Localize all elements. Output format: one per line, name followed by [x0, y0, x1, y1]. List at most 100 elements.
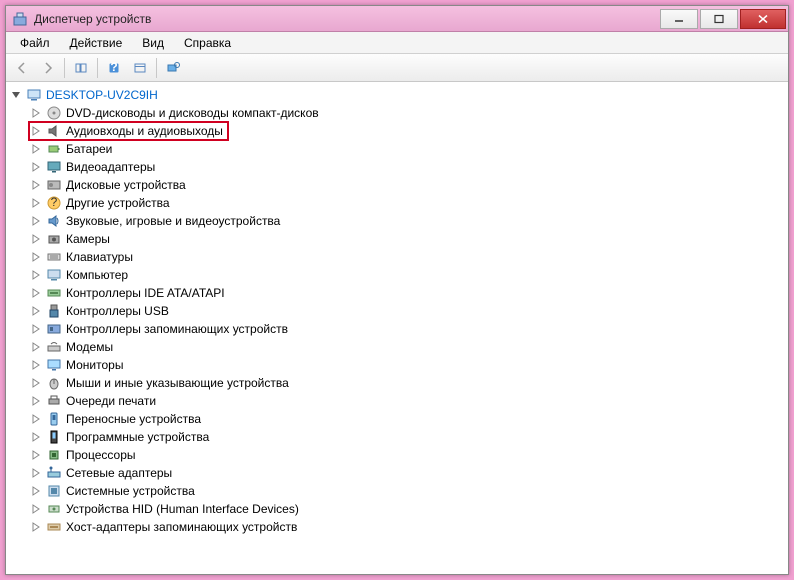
- expander-closed-icon[interactable]: [30, 467, 42, 479]
- tree-category[interactable]: Устройства HID (Human Interface Devices): [10, 500, 784, 518]
- minimize-button[interactable]: [660, 9, 698, 29]
- monitor-icon: [46, 357, 62, 373]
- device-categories: DVD-дисководы и дисководы компакт-дисков…: [10, 104, 784, 536]
- computer-icon: [46, 267, 62, 283]
- expander-open-icon[interactable]: [10, 89, 22, 101]
- toolbar-separator: [156, 58, 157, 78]
- category-label: Аудиовходы и аудиовыходы: [66, 124, 223, 138]
- disc-icon: [46, 105, 62, 121]
- category-label: Звуковые, игровые и видеоустройства: [66, 214, 280, 228]
- expander-closed-icon[interactable]: [30, 215, 42, 227]
- expander-closed-icon[interactable]: [30, 107, 42, 119]
- tree-category[interactable]: Звуковые, игровые и видеоустройства: [10, 212, 784, 230]
- tree-root-node[interactable]: DESKTOP-UV2C9IH: [10, 86, 784, 104]
- back-button[interactable]: [10, 57, 34, 79]
- scan-hardware-button[interactable]: [161, 57, 185, 79]
- category-label: Видеоадаптеры: [66, 160, 155, 174]
- tree-category[interactable]: Очереди печати: [10, 392, 784, 410]
- tree-category[interactable]: Переносные устройства: [10, 410, 784, 428]
- expander-closed-icon[interactable]: [30, 143, 42, 155]
- root-label: DESKTOP-UV2C9IH: [46, 88, 158, 102]
- category-label: Хост-адаптеры запоминающих устройств: [66, 520, 297, 534]
- tree-category[interactable]: Системные устройства: [10, 482, 784, 500]
- expander-closed-icon[interactable]: [30, 395, 42, 407]
- expander-closed-icon[interactable]: [30, 161, 42, 173]
- portable-icon: [46, 411, 62, 427]
- expander-closed-icon[interactable]: [30, 413, 42, 425]
- expander-closed-icon[interactable]: [30, 233, 42, 245]
- tree-category[interactable]: Программные устройства: [10, 428, 784, 446]
- tree-category[interactable]: DVD-дисководы и дисководы компакт-дисков: [10, 104, 784, 122]
- tree-category[interactable]: ?Другие устройства: [10, 194, 784, 212]
- toolbar-separator: [97, 58, 98, 78]
- category-label: DVD-дисководы и дисководы компакт-дисков: [66, 106, 319, 120]
- menu-action[interactable]: Действие: [60, 34, 133, 52]
- expander-closed-icon[interactable]: [30, 305, 42, 317]
- tree-category[interactable]: Клавиатуры: [10, 248, 784, 266]
- menu-file[interactable]: Файл: [10, 34, 60, 52]
- category-label: Клавиатуры: [66, 250, 133, 264]
- audio-icon: [46, 123, 62, 139]
- tree-category[interactable]: Видеоадаптеры: [10, 158, 784, 176]
- category-label: Контроллеры USB: [66, 304, 169, 318]
- expander-closed-icon[interactable]: [30, 125, 42, 137]
- category-label: Батареи: [66, 142, 112, 156]
- properties-button[interactable]: [128, 57, 152, 79]
- tree-category[interactable]: Аудиовходы и аудиовыходы: [10, 122, 784, 140]
- device-tree: DESKTOP-UV2C9IH DVD-дисководы и дисковод…: [10, 86, 784, 536]
- printer-icon: [46, 393, 62, 409]
- menu-help[interactable]: Справка: [174, 34, 241, 52]
- device-manager-window: Диспетчер устройств Файл Действие Вид Сп…: [5, 5, 789, 575]
- expander-closed-icon[interactable]: [30, 323, 42, 335]
- tree-category[interactable]: Контроллеры запоминающих устройств: [10, 320, 784, 338]
- expander-closed-icon[interactable]: [30, 341, 42, 353]
- help-button[interactable]: ?: [102, 57, 126, 79]
- expander-closed-icon[interactable]: [30, 485, 42, 497]
- expander-closed-icon[interactable]: [30, 287, 42, 299]
- usb-icon: [46, 303, 62, 319]
- expander-closed-icon[interactable]: [30, 179, 42, 191]
- category-label: Контроллеры IDE ATA/ATAPI: [66, 286, 225, 300]
- category-label: Сетевые адаптеры: [66, 466, 172, 480]
- toolbar: ?: [6, 54, 788, 82]
- tree-category[interactable]: Батареи: [10, 140, 784, 158]
- expander-closed-icon[interactable]: [30, 251, 42, 263]
- category-label: Другие устройства: [66, 196, 170, 210]
- maximize-button[interactable]: [700, 9, 738, 29]
- tree-category[interactable]: Сетевые адаптеры: [10, 464, 784, 482]
- expander-closed-icon[interactable]: [30, 359, 42, 371]
- category-label: Камеры: [66, 232, 110, 246]
- tree-category[interactable]: Мониторы: [10, 356, 784, 374]
- tree-category[interactable]: Камеры: [10, 230, 784, 248]
- expander-closed-icon[interactable]: [30, 431, 42, 443]
- cpu-icon: [46, 447, 62, 463]
- tree-category[interactable]: Модемы: [10, 338, 784, 356]
- expander-closed-icon[interactable]: [30, 521, 42, 533]
- close-button[interactable]: [740, 9, 786, 29]
- menu-view[interactable]: Вид: [132, 34, 174, 52]
- ide-icon: [46, 285, 62, 301]
- tree-category[interactable]: Дисковые устройства: [10, 176, 784, 194]
- tree-category[interactable]: Хост-адаптеры запоминающих устройств: [10, 518, 784, 536]
- tree-category[interactable]: Процессоры: [10, 446, 784, 464]
- svg-text:?: ?: [110, 61, 117, 74]
- show-hide-tree-button[interactable]: [69, 57, 93, 79]
- tree-category[interactable]: Контроллеры IDE ATA/ATAPI: [10, 284, 784, 302]
- tree-category[interactable]: Контроллеры USB: [10, 302, 784, 320]
- expander-closed-icon[interactable]: [30, 503, 42, 515]
- tree-content: DESKTOP-UV2C9IH DVD-дисководы и дисковод…: [6, 82, 788, 574]
- expander-closed-icon[interactable]: [30, 269, 42, 281]
- tree-category[interactable]: Мыши и иные указывающие устройства: [10, 374, 784, 392]
- expander-closed-icon[interactable]: [30, 377, 42, 389]
- tree-category[interactable]: Компьютер: [10, 266, 784, 284]
- expander-closed-icon[interactable]: [30, 449, 42, 461]
- hid-icon: [46, 501, 62, 517]
- network-icon: [46, 465, 62, 481]
- category-label: Устройства HID (Human Interface Devices): [66, 502, 299, 516]
- app-icon: [12, 11, 28, 27]
- forward-button[interactable]: [36, 57, 60, 79]
- computer-icon: [26, 87, 42, 103]
- category-label: Модемы: [66, 340, 113, 354]
- storage-icon: [46, 321, 62, 337]
- expander-closed-icon[interactable]: [30, 197, 42, 209]
